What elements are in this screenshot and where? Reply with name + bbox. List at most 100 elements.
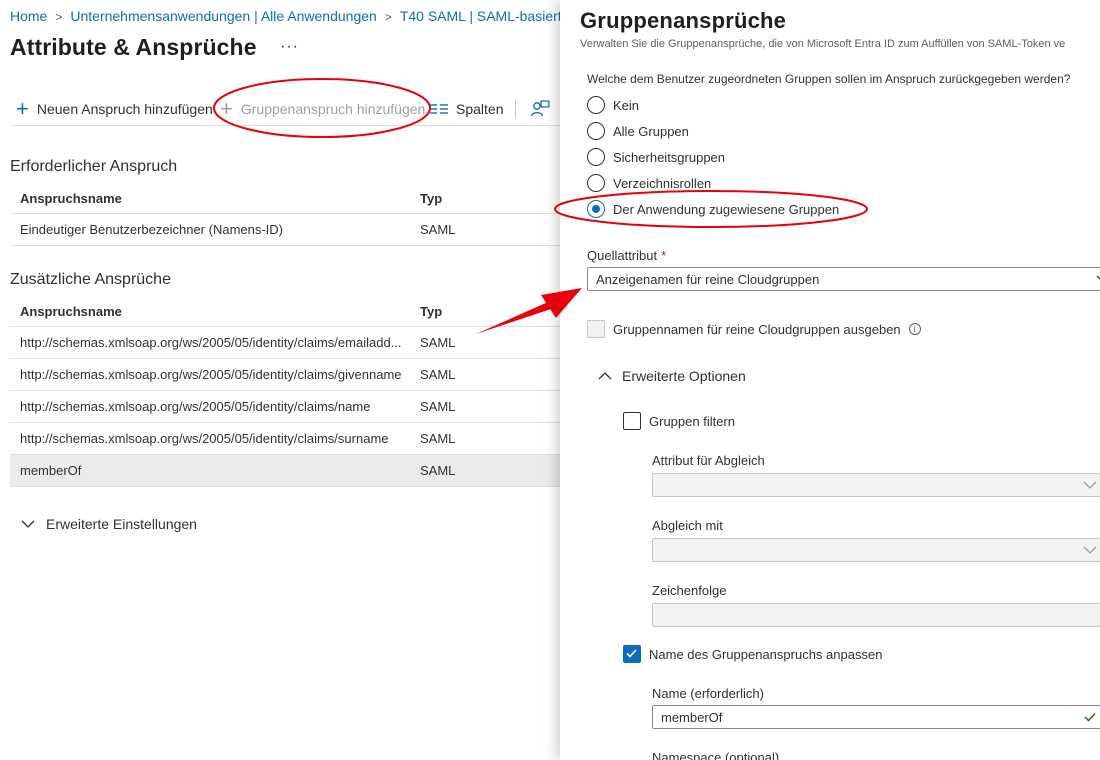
group-claims-panel: Gruppenansprüche Verwalten Sie die Grupp… [560,0,1100,760]
page-title: Attribute & Ansprüche [10,34,257,60]
radio-circle-checked[interactable] [587,200,605,218]
radio-label: Verzeichnisrollen [613,175,712,191]
checkmark-valid-icon [1084,712,1096,722]
source-attribute-label: Quellattribut * [587,248,666,263]
claim-name-cell: http://schemas.xmlsoap.org/ws/2005/05/id… [20,335,402,350]
breadcrumb-separator: > [55,10,63,24]
radio-label: Sicherheitsgruppen [613,149,726,165]
advanced-options-toggle[interactable]: Erweiterte Optionen [598,368,746,384]
table-header-row: Anspruchsname Typ [10,297,560,327]
advanced-settings-label: Erweiterte Einstellungen [46,516,197,532]
claim-type-cell: SAML [420,335,456,350]
toolbar-divider [515,100,516,118]
radio-directory-roles[interactable]: Verzeichnisrollen [587,174,711,192]
name-input-value: memberOf [661,709,723,725]
required-marker: * [661,248,667,263]
columns-icon [430,104,448,114]
source-attribute-label-text: Quellattribut [587,248,658,263]
match-with-label: Abgleich mit [652,518,723,533]
claim-name-cell: http://schemas.xmlsoap.org/ws/2005/05/id… [20,399,371,414]
emit-cloud-group-names-label: Gruppennamen für reine Cloudgruppen ausg… [613,321,901,337]
add-group-claim-label: Gruppenanspruch hinzufügen [240,101,426,117]
attributes-claims-page: Home > Unternehmensanwendungen | Alle Anwe… [0,0,560,760]
claim-type-cell: SAML [420,222,456,237]
more-options-button[interactable]: ··· [280,38,299,56]
feedback-button[interactable] [530,96,550,122]
name-input[interactable]: memberOf [652,705,1100,729]
plus-icon: + [16,96,29,121]
breadcrumb-separator: > [384,10,392,24]
advanced-settings-toggle[interactable]: Erweiterte Einstellungen [20,516,197,532]
columns-button[interactable]: Spalten [430,96,503,122]
info-icon[interactable]: i [908,323,921,335]
column-header-type[interactable]: Typ [420,184,442,214]
customize-group-claim-name-label: Name des Gruppenanspruchs anpassen [649,646,883,662]
claim-name-cell: http://schemas.xmlsoap.org/ws/2005/05/id… [20,367,402,382]
column-header-claim-name[interactable]: Anspruchsname [20,297,410,327]
table-header-row: Anspruchsname Typ [10,184,560,214]
radio-none[interactable]: Kein [587,96,639,114]
panel-subtitle: Verwalten Sie die Gruppenansprüche, die … [580,38,1066,50]
source-attribute-dropdown[interactable]: Anzeigenamen für reine Cloudgruppen [587,267,1100,291]
chevron-down-icon [21,520,35,528]
string-label: Zeichenfolge [652,583,727,598]
column-header-claim-name[interactable]: Anspruchsname [20,184,410,214]
breadcrumb: Home > Unternehmensanwendungen | Alle Anwe… [10,8,560,24]
table-row[interactable]: http://schemas.xmlsoap.org/ws/2005/05/id… [10,423,560,455]
chevron-down-icon [1083,546,1097,554]
customize-group-claim-name-checkbox[interactable]: Name des Gruppenanspruchs anpassen [623,645,882,663]
claim-name-cell: Eindeutiger Benutzerbezeichner (Namens-I… [20,222,284,237]
radio-all-groups[interactable]: Alle Gruppen [587,122,689,140]
radio-circle[interactable] [587,148,605,166]
additional-claims-table: Anspruchsname Typ http://schemas.xmlsoap… [10,297,560,487]
plus-icon: + [220,96,233,121]
table-row[interactable]: Eindeutiger Benutzerbezeichner (Namens-I… [10,214,560,246]
match-attribute-label: Attribut für Abgleich [652,453,765,468]
checkbox-box[interactable] [587,320,605,338]
table-row-selected[interactable]: memberOf SAML [10,455,560,487]
radio-security-groups[interactable]: Sicherheitsgruppen [587,148,725,166]
required-claim-title: Erforderlicher Anspruch [10,158,178,175]
emit-cloud-group-names-checkbox[interactable]: Gruppennamen für reine Cloudgruppen ausg… [587,320,921,338]
filter-groups-checkbox[interactable]: Gruppen filtern [623,412,735,430]
radio-circle[interactable] [587,122,605,140]
chevron-down-icon [1096,275,1100,280]
radio-assigned-groups[interactable]: Der Anwendung zugewiesene Gruppen [587,200,839,218]
add-claim-label: Neuen Anspruch hinzufügen [36,101,213,117]
filter-groups-label: Gruppen filtern [649,413,735,429]
chevron-down-icon [1083,481,1097,489]
table-row[interactable]: http://schemas.xmlsoap.org/ws/2005/05/id… [10,327,560,359]
columns-label: Spalten [456,101,504,117]
radio-circle[interactable] [587,174,605,192]
claim-type-cell: SAML [420,367,456,382]
claim-type-cell: SAML [420,399,456,414]
checkbox-box[interactable] [623,412,641,430]
toolbar: + Neuen Anspruch hinzufügen + Gruppenans… [10,94,560,126]
source-attribute-value: Anzeigenamen für reine Cloudgruppen [596,271,820,287]
table-row[interactable]: http://schemas.xmlsoap.org/ws/2005/05/id… [10,391,560,423]
group-question: Welche dem Benutzer zugeordneten Gruppen… [587,72,1071,86]
radio-label: Alle Gruppen [613,123,689,139]
required-claim-table: Anspruchsname Typ Eindeutiger Benutzerbe… [10,184,560,246]
breadcrumb-home[interactable]: Home [10,8,47,24]
match-attribute-dropdown[interactable] [652,473,1100,497]
table-row[interactable]: http://schemas.xmlsoap.org/ws/2005/05/id… [10,359,560,391]
advanced-options-label: Erweiterte Optionen [622,368,746,384]
additional-claims-title: Zusätzliche Ansprüche [10,271,171,288]
add-claim-button[interactable]: + Neuen Anspruch hinzufügen [16,96,213,122]
name-label: Name (erforderlich) [652,686,764,701]
panel-title: Gruppenansprüche [580,8,787,33]
string-input[interactable] [652,603,1100,627]
radio-circle[interactable] [587,96,605,114]
radio-label: Kein [613,97,640,113]
chevron-up-icon [598,372,612,380]
breadcrumb-current-app[interactable]: T40 SAML | SAML-basierte [400,8,560,24]
breadcrumb-all-apps[interactable]: Unternehmensanwendungen | Alle Anwendung… [70,8,376,24]
claim-name-cell: http://schemas.xmlsoap.org/ws/2005/05/id… [20,431,389,446]
checkmark-icon [626,649,637,658]
match-with-dropdown[interactable] [652,538,1100,562]
add-group-claim-button[interactable]: + Gruppenanspruch hinzufügen [220,96,425,122]
checkbox-box-checked[interactable] [623,645,641,663]
column-header-type[interactable]: Typ [420,297,442,327]
feedback-icon [530,100,550,117]
